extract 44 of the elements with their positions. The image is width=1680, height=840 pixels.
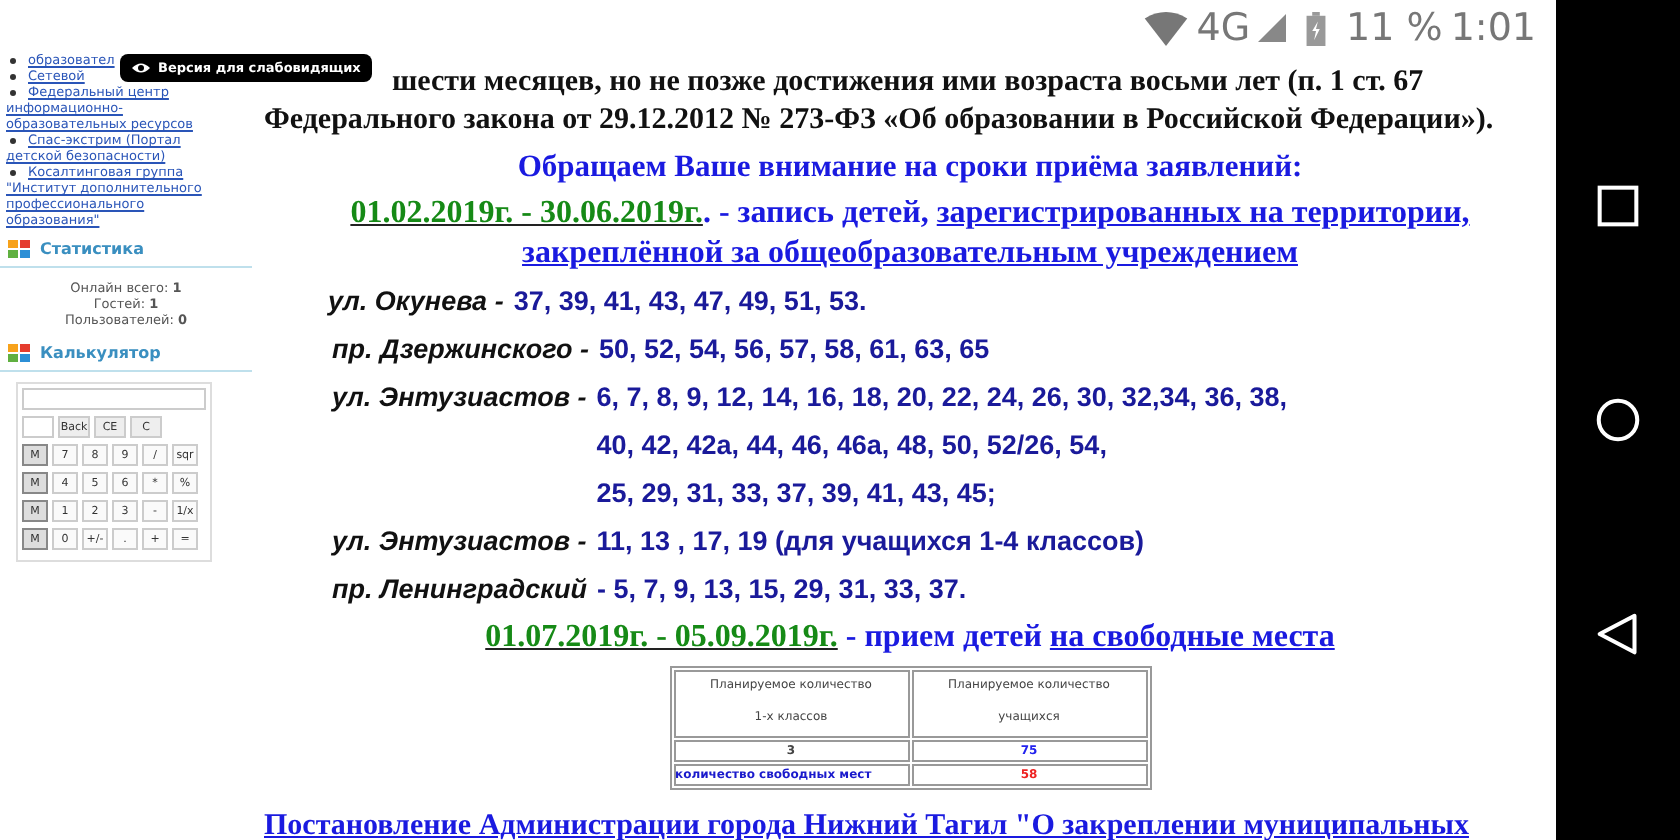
eye-icon [132,62,150,74]
memory-field[interactable] [22,416,54,438]
squares-icon [8,240,30,258]
period-text: 01.02.2019г. - 30.06.2019г.. - запись детей, зарегистрированных на территории, закреплённой за общеобразовательным учреждением [348,194,1472,274]
paragraph-line: Федерального закона от 29.12.2012 № 273-ФЗ «Об образовании в Российской Федерации»). [264,102,1494,140]
bullet-icon [10,58,16,64]
bullet-icon [10,170,16,176]
house-numbers: 37, 39, 41, 43, 47, 49, 51, 53. [513,284,867,320]
home-button[interactable] [1596,397,1640,442]
street-name: ул. Окунева - [328,284,504,320]
free-places-link[interactable]: на свободные места [1049,620,1335,654]
date-link[interactable]: 01.02.2019г. - 30.06.2019г. [350,196,703,230]
period-text: 01.07.2019г. - 05.09.2019г. - прием детей на свободные места [483,618,1337,658]
decree-link[interactable]: Постановление Администрации города Нижний Тагил "О закреплении муниципальных [264,810,1469,840]
battery-icon [1306,11,1327,45]
notice-heading: Обращаем Ваше внимание на сроки приёма заявлений: [515,150,1305,186]
territory-link[interactable]: закреплённой за общеобразовательным учреждением [522,236,1298,270]
house-numbers: 11, 13 , 17, 19 (для учащихся 1-4 классов) [596,524,1145,560]
section-title: Калькулятор [40,344,161,362]
battery-level: 11 % [1346,6,1443,50]
house-numbers: 40, 42, 42а, 44, 46, 46а, 48, 50, 52/26, 54, [596,428,1109,464]
date-link[interactable]: 01.07.2019г. - 05.09.2019г. [485,620,838,654]
clock: 1:01 [1450,6,1536,50]
paragraph-line: шести месяцев, но не позже достижения ими возраста восьми лет (п. 1 ст. 67 [392,64,1424,102]
house-numbers: 50, 52, 54, 56, 57, 58, 61, 63, 65 [599,332,990,368]
street-name: ул. Энтузиастов - [332,380,587,416]
wifi-icon [1144,11,1189,45]
network-type: 4G [1196,6,1251,50]
squares-icon [8,344,30,362]
house-numbers: 25, 29, 31, 33, 37, 39, 41, 43, 45; [596,476,998,512]
bullet-icon [10,74,16,80]
bullet-icon [10,138,16,144]
street-name: пр. Ленинградский [332,572,587,608]
house-numbers: - 5, 7, 9, 13, 15, 29, 31, 33, 37. [596,572,967,608]
signal-icon [1258,14,1287,42]
back-button[interactable] [1596,611,1640,656]
display-field[interactable] [22,388,206,410]
recent-apps-button[interactable] [1596,184,1640,229]
street-name: ул. Энтузиастов - [332,524,587,560]
house-numbers: 6, 7, 8, 9, 12, 14, 16, 18, 20, 22, 24, 26, 30, 32,34, 36, 38, [596,380,1287,416]
street-name: пр. Дзержинского - [332,332,589,368]
territory-link[interactable]: зарегистрированных на территории, [936,196,1470,230]
bullet-icon [10,90,16,96]
section-title: Статистика [40,240,144,258]
